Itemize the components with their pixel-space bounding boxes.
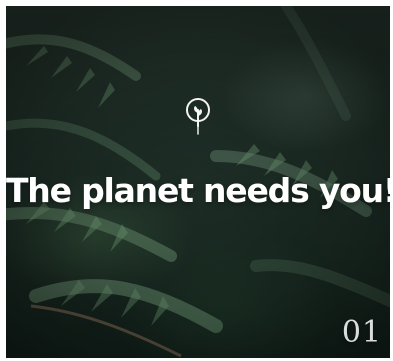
hero-card: The planet needs you! 01	[6, 6, 390, 358]
sprout-in-circle-icon	[186, 98, 210, 135]
slide-number: 01	[341, 315, 382, 350]
page-title: The planet needs you!	[6, 171, 390, 210]
